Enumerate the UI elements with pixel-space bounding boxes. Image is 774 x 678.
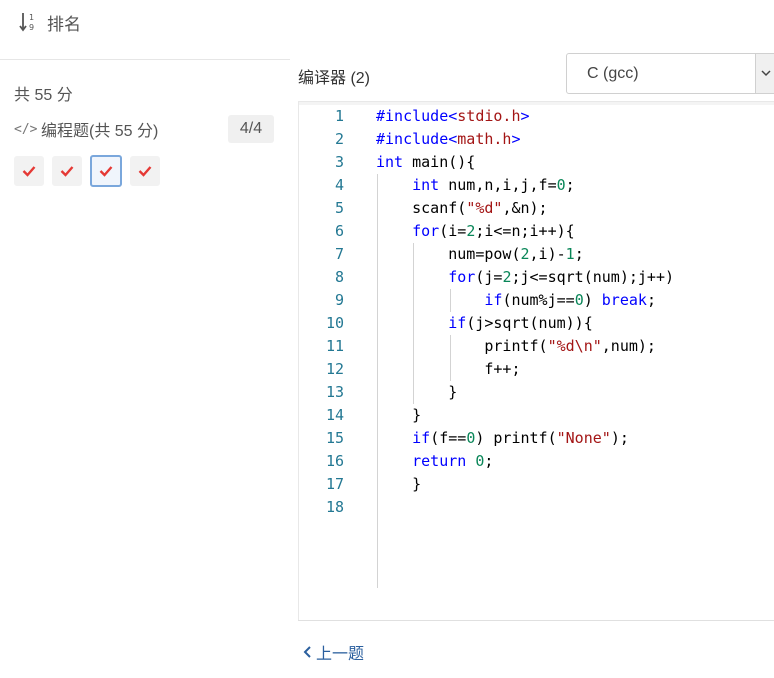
code-line: #include<math.h> — [376, 130, 521, 148]
line-number: 3 — [334, 153, 344, 171]
sort-numeric-icon: 1 9 — [19, 11, 39, 33]
svg-text:1: 1 — [29, 13, 34, 22]
line-number: 18 — [325, 498, 344, 516]
previous-question-button[interactable]: 上一题 — [303, 640, 364, 664]
line-number: 11 — [325, 337, 344, 355]
line-number: 8 — [334, 268, 344, 286]
code-line: } — [376, 406, 422, 424]
line-number: 5 — [334, 199, 344, 217]
line-number: 13 — [325, 383, 344, 401]
line-number: 2 — [334, 130, 344, 148]
code-editor[interactable]: 1 2 3 4 5 6 7 8 9 10 11 12 13 14 15 16 1… — [298, 101, 774, 621]
line-number: 14 — [325, 406, 344, 424]
check-icon — [60, 166, 74, 177]
question-button-1[interactable] — [14, 156, 44, 186]
check-icon — [138, 166, 152, 177]
code-line: f++; — [376, 360, 521, 378]
chevron-down-icon[interactable] — [755, 54, 774, 93]
check-icon — [22, 166, 36, 177]
line-number-gutter: 1 2 3 4 5 6 7 8 9 10 11 12 13 14 15 16 1… — [299, 102, 359, 620]
section-count-badge: 4/4 — [228, 115, 274, 143]
question-button-2[interactable] — [52, 156, 82, 186]
question-nav — [14, 155, 160, 187]
code-line: num=pow(2,i)-1; — [376, 245, 584, 263]
line-number: 16 — [325, 452, 344, 470]
line-number: 17 — [325, 475, 344, 493]
code-line: printf("%d\n",num); — [376, 337, 656, 355]
language-select[interactable]: C (gcc) — [566, 53, 774, 94]
divider — [0, 59, 290, 60]
check-icon — [99, 166, 113, 177]
chevron-left-icon — [303, 646, 311, 658]
line-number: 9 — [334, 291, 344, 309]
code-line: int num,n,i,j,f=0; — [412, 176, 575, 194]
code-line: #include<stdio.h> — [376, 107, 530, 125]
code-area[interactable]: #include<stdio.h> #include<math.h> int mai… — [376, 102, 774, 620]
code-line: } — [376, 475, 422, 493]
line-number: 10 — [325, 314, 344, 332]
question-button-3[interactable] — [90, 155, 122, 187]
code-line: for(j=2;j<=sqrt(num);j++) — [448, 268, 675, 286]
line-number: 4 — [334, 176, 344, 194]
rank-link[interactable]: 1 9 排名 — [19, 10, 81, 34]
svg-text:9: 9 — [29, 23, 34, 32]
code-line: if(f==0) printf("None"); — [412, 429, 629, 447]
code-line: return 0; — [412, 452, 494, 470]
section-title: 编程题(共 55 分) — [41, 123, 159, 140]
code-icon: </> — [14, 121, 38, 137]
line-number: 12 — [325, 360, 344, 378]
code-line: for(i=2;i<=n;i++){ — [412, 222, 575, 240]
previous-question-label: 上一题 — [316, 646, 365, 663]
line-number: 1 — [334, 107, 344, 125]
line-number: 6 — [334, 222, 344, 240]
code-line: if(j>sqrt(num)){ — [448, 314, 593, 332]
rank-label: 排名 — [47, 14, 81, 34]
question-button-4[interactable] — [130, 156, 160, 186]
line-number: 15 — [325, 429, 344, 447]
divider — [298, 620, 774, 621]
line-number: 7 — [334, 245, 344, 263]
code-line: } — [376, 383, 458, 401]
section-programming[interactable]: </> 编程题(共 55 分) 4/4 — [14, 115, 274, 143]
language-value: C (gcc) — [587, 65, 639, 82]
total-score: 共 55 分 — [14, 87, 73, 104]
compiler-label: 编译器 (2) — [298, 70, 371, 87]
code-line: if(num%j==0) break; — [484, 291, 656, 309]
code-line: scanf("%d",&n); — [376, 199, 548, 217]
code-line: int main(){ — [376, 153, 476, 171]
